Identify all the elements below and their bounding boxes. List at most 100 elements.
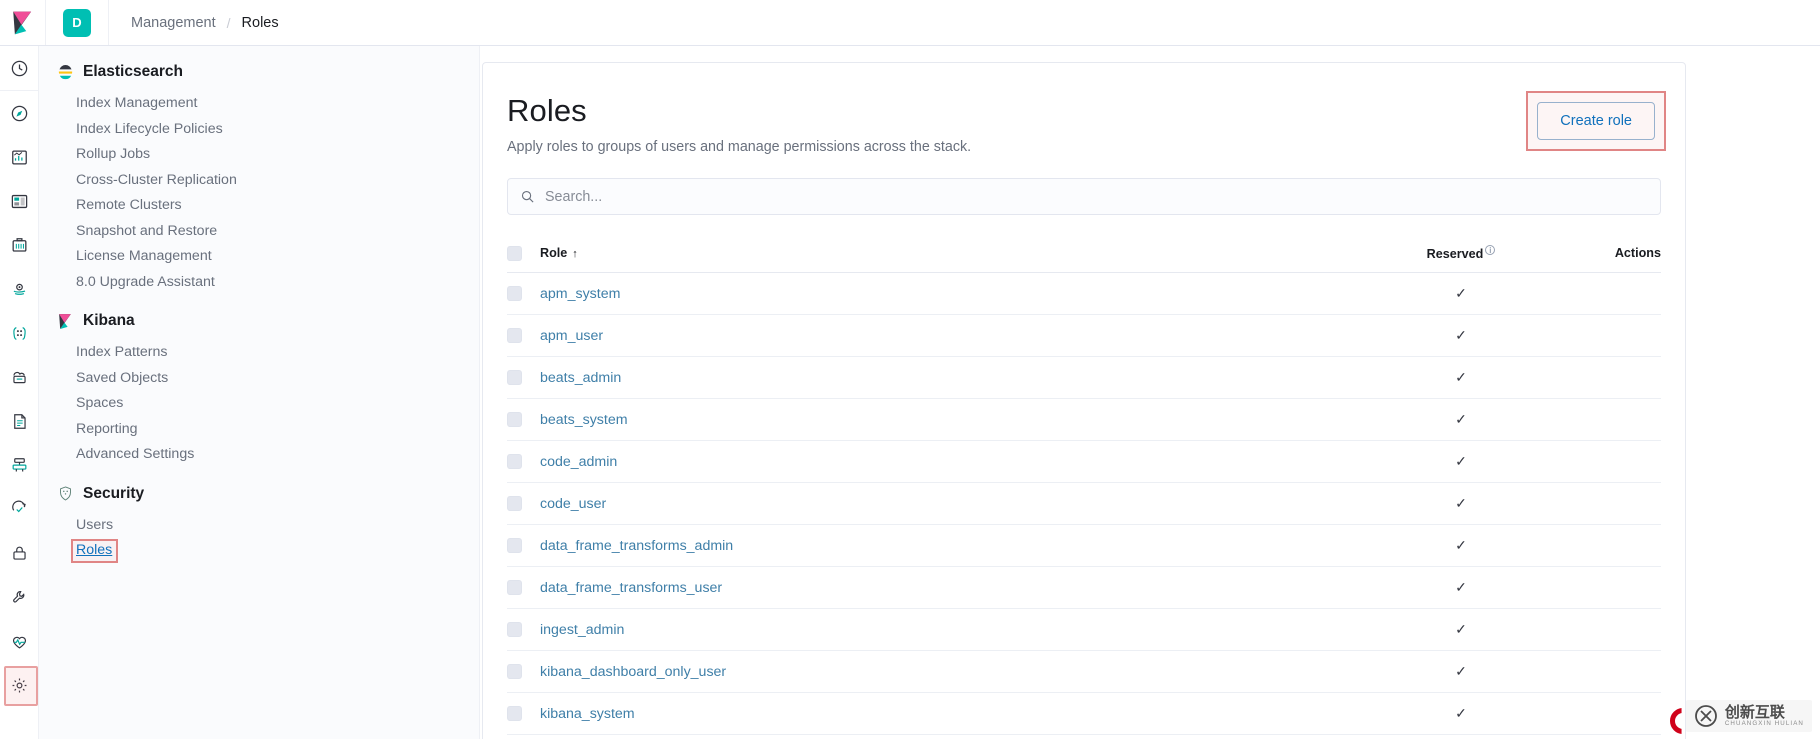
search-input[interactable] (545, 188, 1648, 205)
table-row[interactable]: apm_system ✓ (507, 272, 1661, 316)
row-checkbox[interactable] (507, 538, 522, 554)
sidebar-item-rollup-jobs[interactable]: Rollup Jobs (57, 142, 150, 168)
rail-item-visualize[interactable] (0, 135, 39, 179)
row-select-cell[interactable] (507, 650, 540, 694)
rail-item-logs[interactable] (0, 399, 39, 443)
select-all-header[interactable] (507, 235, 540, 274)
role-name-cell[interactable]: ingest_admin (540, 608, 1361, 652)
row-select-cell[interactable] (507, 314, 540, 358)
table-row[interactable]: data_frame_transforms_user ✓ (507, 566, 1661, 610)
rail-item-dashboard[interactable] (0, 179, 39, 223)
table-row[interactable]: code_admin ✓ (507, 440, 1661, 484)
table-row[interactable]: kibana_user ✓ (507, 734, 1661, 739)
row-select-cell[interactable] (507, 440, 540, 484)
role-column-header[interactable]: Role ↑ (540, 235, 1361, 274)
row-select-cell[interactable] (507, 692, 540, 736)
role-link[interactable]: beats_admin (540, 370, 621, 386)
role-name-cell[interactable]: apm_system (540, 272, 1361, 316)
row-checkbox[interactable] (507, 622, 522, 638)
search-box[interactable] (507, 178, 1661, 215)
role-link[interactable]: kibana_dashboard_only_user (540, 664, 726, 680)
row-checkbox[interactable] (507, 580, 522, 596)
role-link[interactable]: data_frame_transforms_admin (540, 538, 733, 554)
role-name-cell[interactable]: kibana_system (540, 692, 1361, 736)
rail-item-dev-tools[interactable] (0, 575, 39, 619)
sidebar-item-upgrade-assistant[interactable]: 8.0 Upgrade Assistant (57, 270, 215, 296)
role-link[interactable]: apm_system (540, 286, 620, 302)
role-name-cell[interactable]: beats_admin (540, 356, 1361, 400)
role-link[interactable]: data_frame_transforms_user (540, 580, 722, 596)
role-link[interactable]: ingest_admin (540, 622, 624, 638)
sidebar-item-remote-clusters[interactable]: Remote Clusters (57, 193, 182, 219)
rail-item-siem[interactable] (0, 531, 39, 575)
space-avatar[interactable]: D (63, 8, 91, 37)
row-select-cell[interactable] (507, 608, 540, 652)
sidebar-item-spaces[interactable]: Spaces (57, 391, 123, 417)
row-checkbox[interactable] (507, 664, 522, 680)
rail-item-management[interactable] (0, 663, 39, 707)
select-all-checkbox[interactable] (507, 245, 522, 261)
rail-item-recently-viewed[interactable] (0, 46, 39, 90)
rail-item-maps[interactable] (0, 267, 39, 311)
breadcrumb-roles[interactable]: Roles (242, 15, 279, 31)
role-name-cell[interactable]: data_frame_transforms_admin (540, 524, 1361, 568)
rail-item-uptime[interactable] (0, 487, 39, 531)
rail-item-discover[interactable] (0, 91, 39, 135)
row-checkbox[interactable] (507, 706, 522, 722)
table-row[interactable]: kibana_dashboard_only_user ✓ (507, 650, 1661, 694)
row-checkbox[interactable] (507, 370, 522, 386)
row-select-cell[interactable] (507, 398, 540, 442)
role-name-cell[interactable]: kibana_dashboard_only_user (540, 650, 1361, 694)
row-checkbox[interactable] (507, 286, 522, 302)
role-name-cell[interactable]: beats_system (540, 398, 1361, 442)
sidebar-item-advanced-settings[interactable]: Advanced Settings (57, 442, 194, 468)
sidebar-item-cross-cluster-replication[interactable]: Cross-Cluster Replication (57, 168, 237, 194)
rail-item-canvas[interactable] (0, 223, 39, 267)
sidebar-item-reporting[interactable]: Reporting (57, 417, 138, 443)
rail-item-infrastructure[interactable] (0, 355, 39, 399)
header-divider (108, 0, 109, 45)
row-select-cell[interactable] (507, 734, 540, 739)
sidebar-item-license-management[interactable]: License Management (57, 244, 212, 270)
role-name-cell[interactable]: code_admin (540, 440, 1361, 484)
create-role-button[interactable]: Create role (1537, 102, 1655, 140)
row-select-cell[interactable] (507, 566, 540, 610)
rail-item-monitoring[interactable] (0, 619, 39, 663)
role-name-cell[interactable]: code_user (540, 482, 1361, 526)
role-name-cell[interactable]: kibana_user (540, 734, 1361, 739)
sidebar-item-index-patterns[interactable]: Index Patterns (57, 340, 168, 366)
rail-item-machine-learning[interactable] (0, 311, 39, 355)
role-link[interactable]: code_admin (540, 454, 617, 470)
sidebar-item-index-lifecycle-policies[interactable]: Index Lifecycle Policies (57, 117, 223, 143)
breadcrumb-management[interactable]: Management (131, 15, 216, 31)
sidebar-item-roles[interactable]: Roles (57, 538, 119, 564)
role-link[interactable]: apm_user (540, 328, 603, 344)
sidebar-item-users[interactable]: Users (57, 513, 113, 539)
table-row[interactable]: kibana_system ✓ (507, 692, 1661, 736)
table-row[interactable]: apm_user ✓ (507, 314, 1661, 358)
row-checkbox[interactable] (507, 454, 522, 470)
row-checkbox[interactable] (507, 328, 522, 344)
table-row[interactable]: beats_admin ✓ (507, 356, 1661, 400)
row-select-cell[interactable] (507, 524, 540, 568)
row-select-cell[interactable] (507, 482, 540, 526)
sidebar-item-index-management[interactable]: Index Management (57, 91, 197, 117)
kibana-logo-cell[interactable] (0, 0, 46, 45)
row-checkbox[interactable] (507, 412, 522, 428)
info-icon[interactable]: i (1485, 245, 1496, 255)
role-link[interactable]: code_user (540, 496, 606, 512)
role-link[interactable]: kibana_system (540, 706, 635, 722)
table-row[interactable]: beats_system ✓ (507, 398, 1661, 442)
row-select-cell[interactable] (507, 356, 540, 400)
row-select-cell[interactable] (507, 272, 540, 316)
role-name-cell[interactable]: data_frame_transforms_user (540, 566, 1361, 610)
table-row[interactable]: code_user ✓ (507, 482, 1661, 526)
role-name-cell[interactable]: apm_user (540, 314, 1361, 358)
sidebar-item-saved-objects[interactable]: Saved Objects (57, 366, 168, 392)
row-checkbox[interactable] (507, 496, 522, 512)
sidebar-item-snapshot-and-restore[interactable]: Snapshot and Restore (57, 219, 217, 245)
rail-item-apm[interactable] (0, 443, 39, 487)
table-row[interactable]: ingest_admin ✓ (507, 608, 1661, 652)
role-link[interactable]: beats_system (540, 412, 628, 428)
table-row[interactable]: data_frame_transforms_admin ✓ (507, 524, 1661, 568)
